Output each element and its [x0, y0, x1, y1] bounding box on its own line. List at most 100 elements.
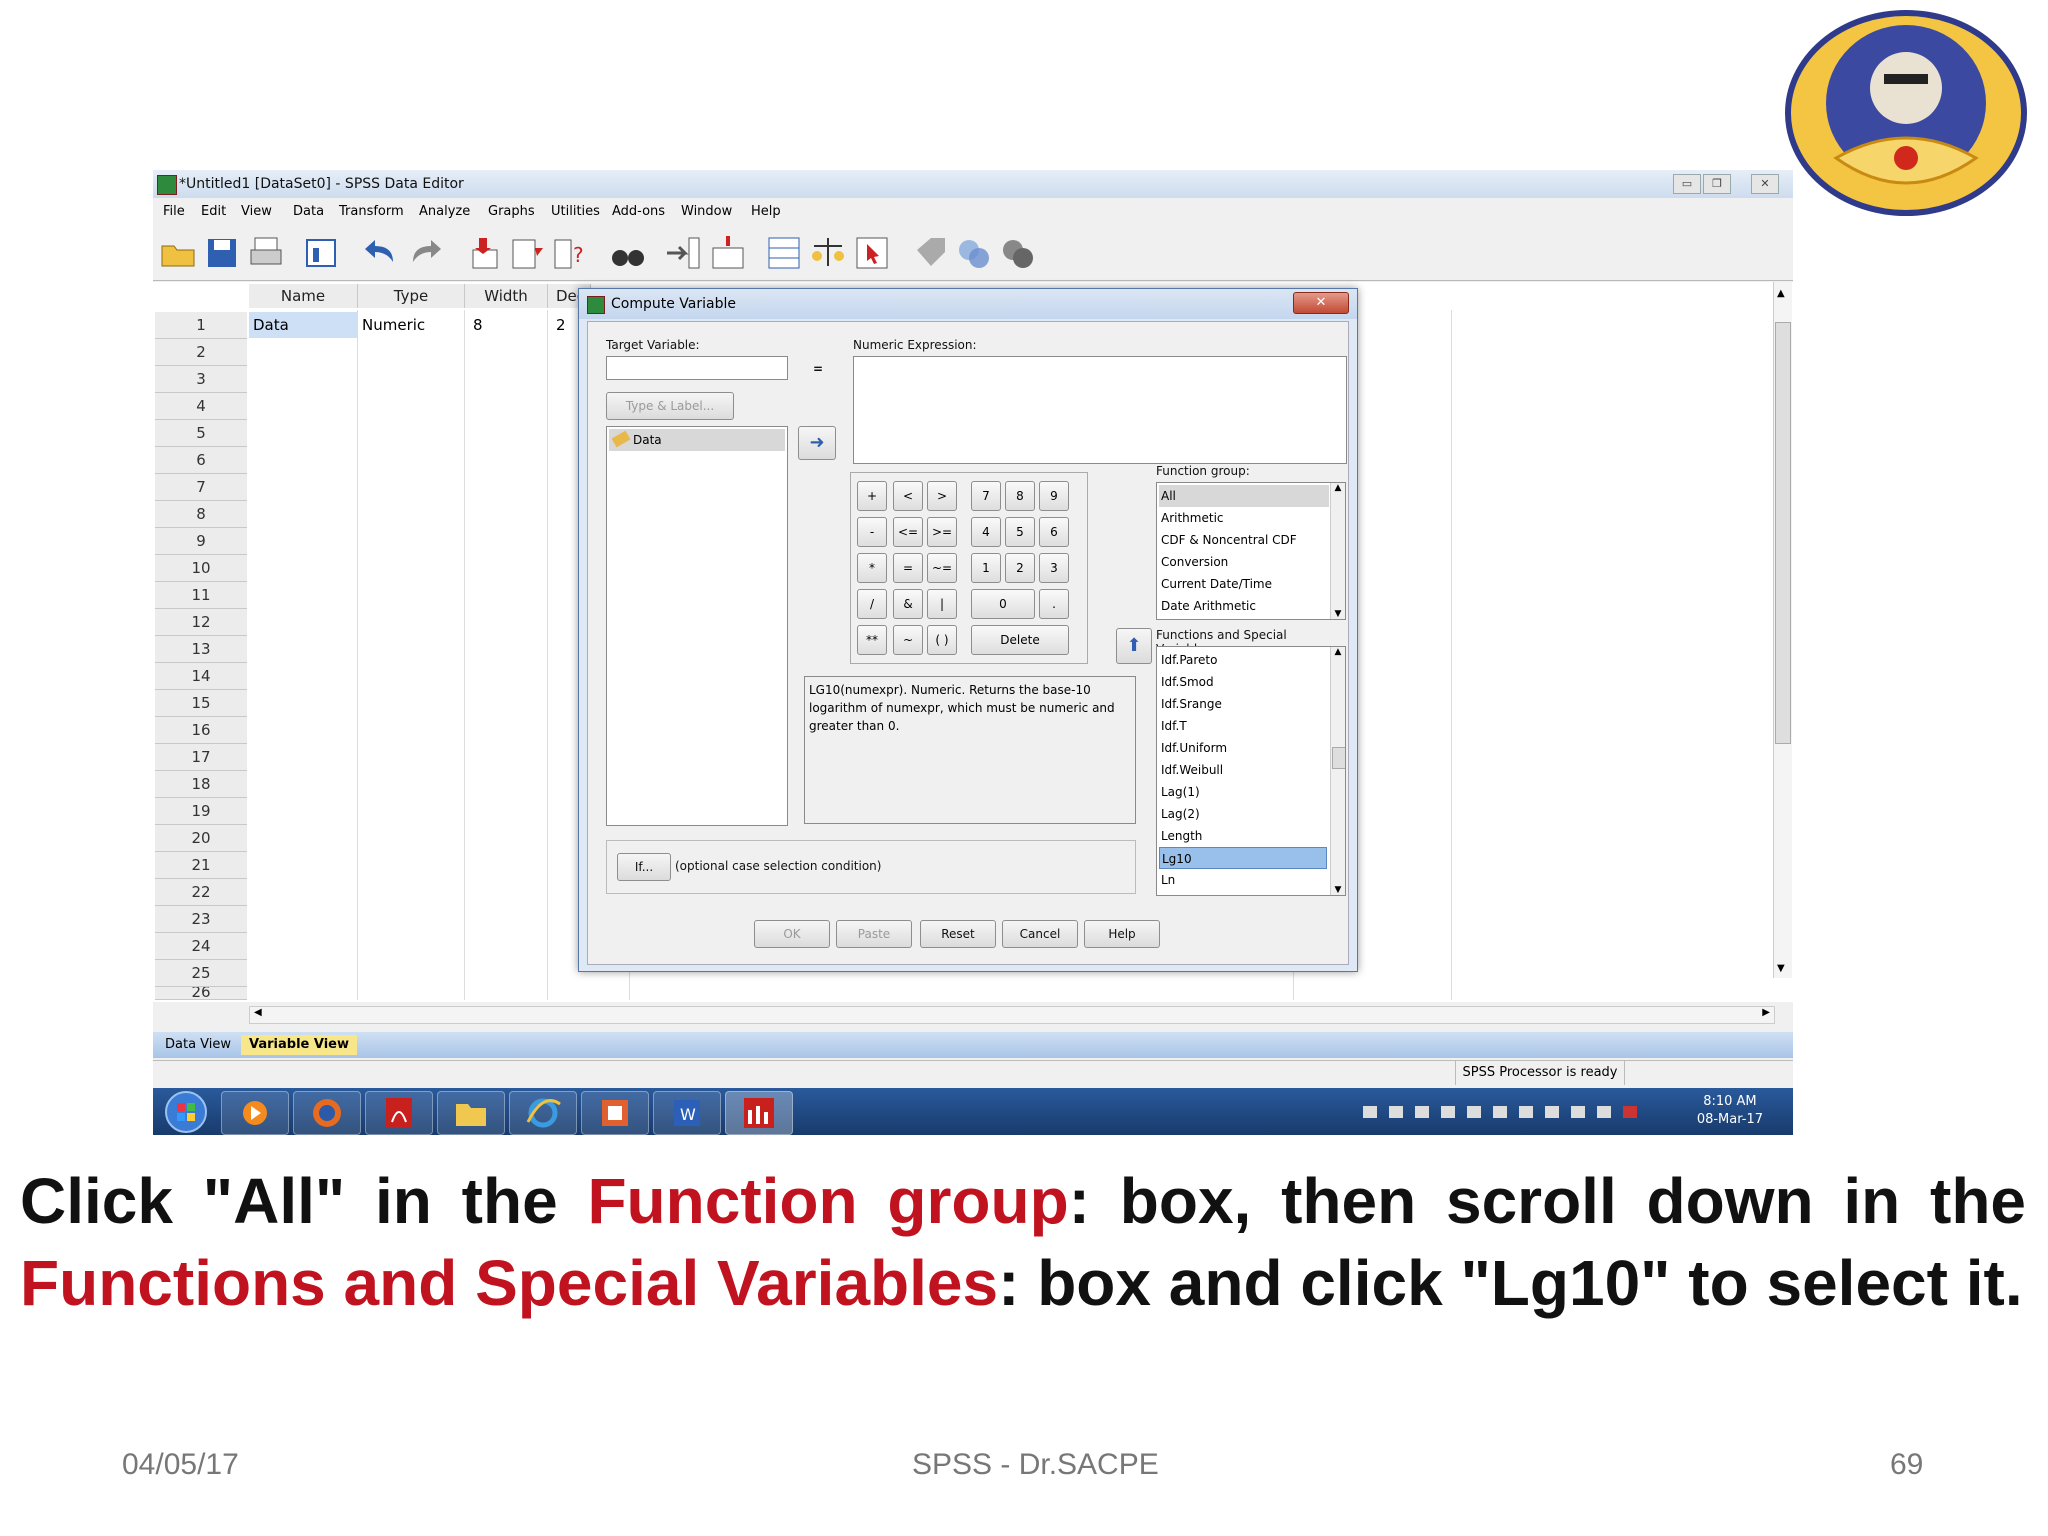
- split-file-icon[interactable]: [765, 234, 803, 272]
- row-header[interactable]: 13: [155, 636, 247, 663]
- key-parentheses[interactable]: ( ): [927, 625, 957, 655]
- key-greater-equal[interactable]: >=: [927, 517, 957, 547]
- key-multiply[interactable]: *: [857, 553, 887, 583]
- key-plus[interactable]: +: [857, 481, 887, 511]
- maximize-icon[interactable]: ❐: [1703, 174, 1731, 194]
- row-header[interactable]: 9: [155, 528, 247, 555]
- target-variable-input[interactable]: [606, 356, 788, 380]
- key-divide[interactable]: /: [857, 589, 887, 619]
- vertical-scrollbar[interactable]: ▲ ▼: [1773, 282, 1792, 978]
- tab-data-view[interactable]: Data View: [157, 1035, 239, 1055]
- key-9[interactable]: 9: [1039, 481, 1069, 511]
- row-header[interactable]: 15: [155, 690, 247, 717]
- menu-analyze[interactable]: Analyze: [419, 204, 470, 219]
- key-2[interactable]: 2: [1005, 553, 1035, 583]
- row-header[interactable]: 17: [155, 744, 247, 771]
- value-labels-icon[interactable]: [913, 234, 951, 272]
- cell-type[interactable]: Numeric: [358, 312, 464, 338]
- variable-item-data[interactable]: Data: [633, 433, 662, 447]
- key-decimal[interactable]: .: [1039, 589, 1069, 619]
- row-header[interactable]: 4: [155, 393, 247, 420]
- system-tray-icons[interactable]: [1359, 1100, 1659, 1124]
- key-0[interactable]: 0: [971, 589, 1035, 619]
- row-header[interactable]: 11: [155, 582, 247, 609]
- variable-list[interactable]: Data: [606, 426, 788, 826]
- undo-icon[interactable]: [363, 234, 401, 272]
- function-item[interactable]: Idf.Pareto: [1159, 649, 1329, 671]
- function-group-item[interactable]: Conversion: [1159, 551, 1329, 573]
- firefox-icon[interactable]: [293, 1091, 361, 1135]
- row-header[interactable]: 20: [155, 825, 247, 852]
- function-item[interactable]: Idf.Weibull: [1159, 759, 1329, 781]
- row-header[interactable]: 1: [155, 312, 247, 339]
- powerpoint-icon[interactable]: [581, 1091, 649, 1135]
- menu-view[interactable]: View: [241, 204, 272, 219]
- row-header[interactable]: 18: [155, 771, 247, 798]
- internet-explorer-icon[interactable]: [509, 1091, 577, 1135]
- function-item-lg10[interactable]: Lg10: [1159, 847, 1327, 869]
- close-icon[interactable]: ✕: [1751, 174, 1779, 194]
- move-to-expression-arrow-icon[interactable]: ➜: [798, 426, 836, 460]
- numeric-expression-input[interactable]: [853, 356, 1347, 464]
- col-header-name[interactable]: Name: [249, 284, 358, 308]
- row-header[interactable]: 8: [155, 501, 247, 528]
- key-3[interactable]: 3: [1039, 553, 1069, 583]
- key-not[interactable]: ~: [893, 625, 923, 655]
- if-button[interactable]: If...: [617, 853, 671, 881]
- ok-button[interactable]: OK: [754, 920, 830, 948]
- reset-button[interactable]: Reset: [920, 920, 996, 948]
- row-header[interactable]: 14: [155, 663, 247, 690]
- scroll-up-icon[interactable]: ▲: [1331, 647, 1345, 657]
- key-5[interactable]: 5: [1005, 517, 1035, 547]
- minimize-icon[interactable]: ▭: [1673, 174, 1701, 194]
- function-group-item[interactable]: CDF & Noncentral CDF: [1159, 529, 1329, 551]
- menu-edit[interactable]: Edit: [201, 204, 226, 219]
- key-and[interactable]: &: [893, 589, 923, 619]
- scroll-thumb[interactable]: [1775, 322, 1791, 744]
- key-equal[interactable]: =: [893, 553, 923, 583]
- scroll-down-icon[interactable]: ▼: [1331, 609, 1345, 619]
- function-item[interactable]: Ln: [1159, 869, 1329, 891]
- key-minus[interactable]: -: [857, 517, 887, 547]
- key-less-equal[interactable]: <=: [893, 517, 923, 547]
- insert-cases-icon[interactable]: [665, 234, 703, 272]
- spss-taskbar-icon[interactable]: [725, 1091, 793, 1135]
- key-8[interactable]: 8: [1005, 481, 1035, 511]
- key-4[interactable]: 4: [971, 517, 1001, 547]
- scroll-up-icon[interactable]: ▲: [1331, 483, 1345, 493]
- function-group-item[interactable]: Arithmetic: [1159, 507, 1329, 529]
- key-less-than[interactable]: <: [893, 481, 923, 511]
- row-header[interactable]: 26: [155, 987, 247, 1000]
- row-header[interactable]: 7: [155, 474, 247, 501]
- variables-icon[interactable]: ?: [551, 234, 589, 272]
- scroll-down-icon[interactable]: ▼: [1777, 963, 1785, 974]
- function-item[interactable]: Lag(2): [1159, 803, 1329, 825]
- key-1[interactable]: 1: [971, 553, 1001, 583]
- key-not-equal[interactable]: ~=: [927, 553, 957, 583]
- row-header[interactable]: 16: [155, 717, 247, 744]
- cancel-button[interactable]: Cancel: [1002, 920, 1078, 948]
- help-button[interactable]: Help: [1084, 920, 1160, 948]
- insert-function-arrow-icon[interactable]: ⬆: [1116, 628, 1152, 664]
- insert-variable-icon[interactable]: [709, 234, 747, 272]
- open-folder-icon[interactable]: [159, 234, 197, 272]
- menu-file[interactable]: File: [163, 204, 185, 219]
- row-header[interactable]: 10: [155, 555, 247, 582]
- function-group-list[interactable]: All Arithmetic CDF & Noncentral CDF Conv…: [1156, 482, 1346, 620]
- menu-addons[interactable]: Add-ons: [612, 204, 665, 219]
- media-player-icon[interactable]: [221, 1091, 289, 1135]
- row-header[interactable]: 3: [155, 366, 247, 393]
- use-sets-icon[interactable]: [955, 234, 993, 272]
- menu-transform[interactable]: Transform: [339, 204, 404, 219]
- tab-variable-view[interactable]: Variable View: [241, 1035, 357, 1055]
- goto-case-icon[interactable]: [465, 234, 503, 272]
- menu-utilities[interactable]: Utilities: [551, 204, 600, 219]
- find-binoculars-icon[interactable]: [609, 234, 647, 272]
- menu-data[interactable]: Data: [293, 204, 324, 219]
- row-header[interactable]: 22: [155, 879, 247, 906]
- dialog-recall-icon[interactable]: [303, 234, 341, 272]
- key-7[interactable]: 7: [971, 481, 1001, 511]
- save-icon[interactable]: [203, 234, 241, 272]
- key-power[interactable]: **: [857, 625, 887, 655]
- function-item[interactable]: Lag(1): [1159, 781, 1329, 803]
